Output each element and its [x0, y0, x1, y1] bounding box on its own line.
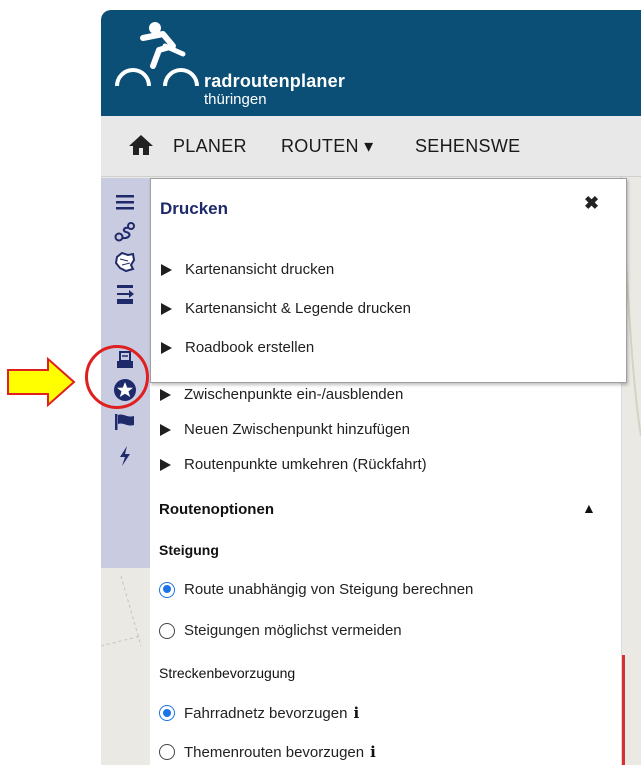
info-icon[interactable]: i: [370, 743, 376, 761]
brand-region: thüringen: [204, 91, 267, 108]
item-label: Zwischenpunkte ein-/ausblenden: [184, 386, 404, 403]
radio-selected-icon[interactable]: [159, 705, 175, 721]
lightning-icon[interactable]: [109, 442, 141, 470]
radio-selected-icon[interactable]: [159, 581, 175, 598]
reverse-route-item[interactable]: Routenpunkte umkehren (Rückfahrt): [160, 456, 427, 473]
item-label: Kartenansicht drucken: [185, 261, 335, 278]
radio-avoid-slope[interactable]: Steigungen möglichst vermeiden: [159, 622, 402, 639]
add-waypoint-item[interactable]: Neuen Zwischenpunkt hinzufügen: [160, 421, 410, 438]
print-map-legend-item[interactable]: Kartenansicht & Legende drucken: [161, 300, 411, 317]
route-icon[interactable]: [109, 218, 141, 246]
radio-prefer-bike-network[interactable]: Fahrradnetz bevorzugen i: [159, 704, 359, 722]
close-icon[interactable]: ✖: [584, 193, 599, 214]
item-label: Roadbook erstellen: [185, 339, 315, 356]
hamburger-menu-icon[interactable]: [109, 188, 141, 216]
nav-routen-dropdown[interactable]: ROUTEN ▾: [281, 136, 373, 157]
nav-sehenswertes[interactable]: SEHENSWE: [415, 136, 520, 157]
popup-title: Drucken: [160, 199, 229, 218]
road-sign-icon[interactable]: [109, 280, 141, 308]
radio-prefer-theme-routes[interactable]: Themenrouten bevorzugen i: [159, 743, 376, 761]
radio-ignore-slope[interactable]: Route unabhängig von Steigung berechnen: [159, 581, 473, 598]
radio-unselected-icon[interactable]: [159, 744, 175, 760]
print-map-item[interactable]: Kartenansicht drucken: [161, 261, 334, 278]
item-label: Kartenansicht & Legende drucken: [185, 300, 411, 317]
triangle-right-icon: [160, 458, 171, 471]
annotation-arrow-icon: [7, 357, 76, 407]
triangle-right-icon: [161, 263, 172, 276]
toggle-waypoints-item[interactable]: Zwischenpunkte ein-/ausblenden: [160, 386, 403, 403]
top-navigation: PLANER ROUTEN ▾ SEHENSWE: [101, 116, 641, 177]
triangle-right-icon: [160, 388, 171, 401]
annotation-circle: [85, 345, 149, 409]
info-icon[interactable]: i: [353, 704, 359, 722]
item-label: Routenpunkte umkehren (Rückfahrt): [184, 456, 427, 473]
routenoptionen-heading[interactable]: Routenoptionen: [159, 501, 274, 518]
collapse-up-icon[interactable]: ▲: [582, 500, 596, 516]
route-line: [622, 655, 625, 765]
triangle-right-icon: [160, 423, 171, 436]
triangle-right-icon: [161, 302, 172, 315]
item-label: Neuen Zwischenpunkt hinzufügen: [184, 421, 410, 438]
radio-label: Route unabhängig von Steigung berechnen: [184, 581, 474, 598]
streckenbevorzugung-heading: Streckenbevorzugung: [159, 665, 296, 681]
steigung-heading: Steigung: [159, 542, 219, 558]
home-icon[interactable]: [128, 134, 154, 156]
radio-label: Steigungen möglichst vermeiden: [184, 622, 402, 639]
triangle-right-icon: [161, 341, 172, 354]
print-popup: Drucken ✖ Kartenansicht drucken Kartenan…: [150, 178, 627, 383]
radio-label: Fahrradnetz bevorzugen: [184, 704, 348, 722]
nav-planer[interactable]: PLANER: [173, 136, 247, 157]
flag-icon[interactable]: [109, 408, 141, 436]
bike-logo-icon[interactable]: [113, 16, 205, 96]
region-map-icon[interactable]: [109, 248, 141, 276]
app-header: radroutenplaner thüringen: [101, 10, 641, 116]
create-roadbook-item[interactable]: Roadbook erstellen: [161, 339, 314, 356]
brand-name: radroutenplaner: [204, 71, 346, 91]
radio-label: Themenrouten bevorzugen: [184, 743, 365, 761]
radio-unselected-icon[interactable]: [159, 622, 175, 639]
